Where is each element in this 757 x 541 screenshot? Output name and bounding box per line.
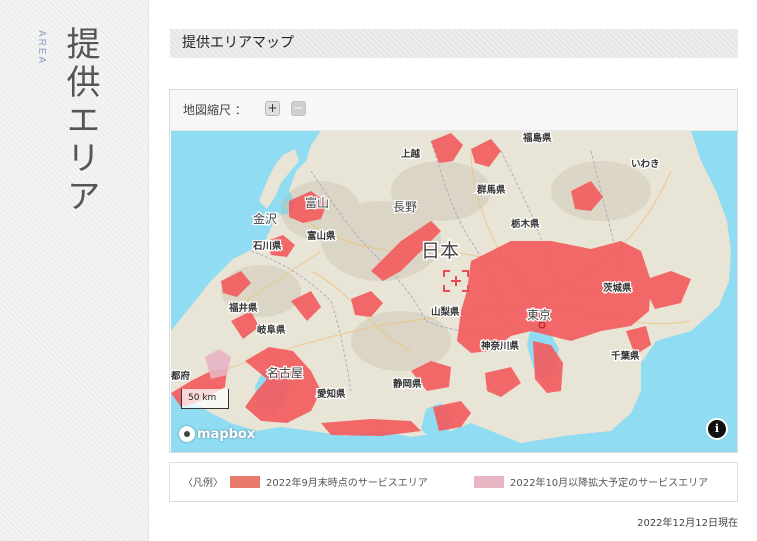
legend-label: 〈凡例〉 bbox=[183, 478, 223, 489]
coverage-map[interactable]: 日本 福島県 上越 いわき 群馬県 栃木県 富山 長野 金沢 富山県 石川県 福… bbox=[171, 131, 737, 452]
zoom-toolbar: 地図縮尺 ： + − bbox=[170, 90, 737, 131]
map-canvas[interactable]: 日本 福島県 上越 いわき 群馬県 栃木県 富山 長野 金沢 富山県 石川県 福… bbox=[171, 131, 737, 452]
map-label: 神奈川県 bbox=[481, 340, 520, 352]
zoom-in-button[interactable]: + bbox=[265, 101, 280, 116]
map-label: 福井県 bbox=[228, 302, 258, 314]
map-label: 名古屋 bbox=[267, 365, 303, 380]
map-label: 東京 bbox=[527, 308, 551, 322]
map-label: いわき bbox=[631, 159, 660, 170]
side-title-strip: AREA 提供エリア bbox=[0, 0, 149, 541]
map-label: 福島県 bbox=[522, 132, 552, 144]
legend-text-current: 2022年9月末時点のサービスエリア bbox=[266, 478, 428, 489]
map-legend: 〈凡例〉 2022年9月末時点のサービスエリア 2022年10月以降拡大予定のサ… bbox=[169, 462, 738, 502]
map-label: 長野 bbox=[393, 200, 417, 214]
as-of-date: 2022年12月12日現在 bbox=[637, 518, 738, 529]
section-heading: 提供エリアマップ bbox=[170, 29, 738, 58]
side-title-en: AREA bbox=[36, 30, 47, 66]
map-label: 山梨県 bbox=[431, 306, 460, 318]
map-label: 上越 bbox=[401, 148, 421, 160]
map-label: 静岡県 bbox=[393, 378, 422, 390]
legend-swatch-current bbox=[230, 476, 260, 488]
map-label-country: 日本 bbox=[421, 240, 459, 262]
side-title-jp: 提供エリア bbox=[60, 26, 100, 216]
legend-swatch-planned bbox=[474, 476, 504, 488]
mapbox-logo[interactable]: mapbox bbox=[179, 424, 255, 444]
map-label: 富山県 bbox=[307, 230, 336, 242]
info-icon[interactable]: i bbox=[706, 418, 728, 440]
map-label: 群馬県 bbox=[476, 184, 506, 196]
map-label: 栃木県 bbox=[511, 218, 540, 230]
zoom-out-button[interactable]: − bbox=[291, 101, 306, 116]
map-label: 千葉県 bbox=[611, 350, 640, 362]
legend-text-planned: 2022年10月以降拡大予定のサービスエリア bbox=[510, 478, 709, 489]
map-label: 茨城県 bbox=[603, 282, 632, 294]
mapbox-mark-icon bbox=[179, 426, 195, 442]
map-label: 富山 bbox=[305, 195, 329, 210]
map-label: 金沢 bbox=[253, 211, 277, 226]
map-panel: 地図縮尺 ： + − 日本 福島県 上越 いわき 群馬県 栃木県 富山 長野 金… bbox=[169, 89, 738, 453]
map-scale-bar: 50 km bbox=[181, 389, 229, 409]
map-label: 愛知県 bbox=[317, 388, 346, 400]
map-label: 石川県 bbox=[252, 240, 282, 252]
map-label: 都府 bbox=[171, 370, 191, 382]
mapbox-logo-text: mapbox bbox=[197, 426, 256, 442]
map-label: 岐阜県 bbox=[257, 324, 286, 336]
zoom-label: 地図縮尺 ： bbox=[183, 103, 247, 117]
tokyo-marker bbox=[538, 321, 546, 329]
